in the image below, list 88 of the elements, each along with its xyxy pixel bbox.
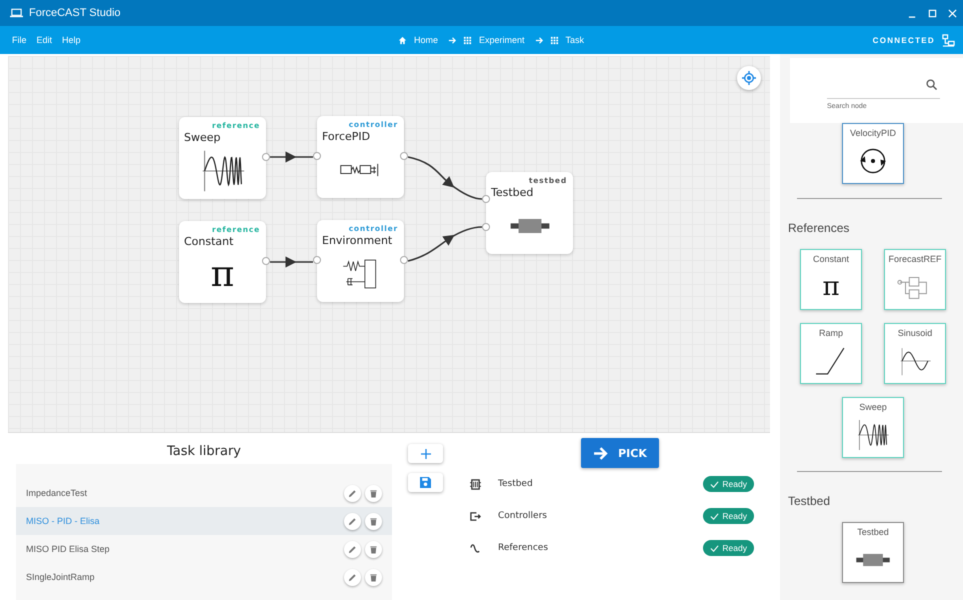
arrow-right-icon	[593, 446, 608, 460]
connector-arrow	[270, 256, 313, 268]
trash-icon	[369, 488, 378, 498]
arrow-right-icon	[534, 36, 544, 44]
status-label: References	[498, 543, 550, 553]
status-badge: Ready	[703, 540, 754, 556]
edit-button[interactable]	[344, 484, 361, 502]
node-card[interactable]: Ramp	[800, 323, 862, 384]
status-badge: Ready	[703, 508, 754, 524]
output-port[interactable]	[400, 152, 408, 160]
recenter-button[interactable]	[737, 66, 761, 90]
task-name: SIngleJointRamp	[26, 572, 96, 582]
pencil-icon	[348, 544, 357, 554]
connection-status: CONNECTED	[872, 36, 935, 44]
panel-title: Task library	[166, 443, 241, 461]
node-card[interactable]: Sinusoid	[884, 323, 946, 384]
pencil-icon	[348, 488, 357, 498]
maximize-icon[interactable]	[928, 8, 937, 18]
save-button[interactable]	[408, 473, 443, 492]
node-title: ForcePID	[322, 130, 370, 143]
card-title: Testbed	[857, 527, 889, 537]
pencil-icon	[348, 516, 357, 526]
wave-icon	[470, 542, 481, 554]
node-title: Environment	[322, 234, 392, 247]
pick-button[interactable]: PICK	[581, 438, 659, 468]
trash-icon	[369, 572, 378, 582]
status-label: Controllers	[498, 511, 548, 521]
network-icon	[942, 34, 955, 46]
section-heading: Testbed	[788, 494, 832, 508]
task-name: ImpedanceTest	[26, 488, 88, 498]
window-title: ForceCAST Studio	[29, 7, 121, 19]
check-icon	[710, 512, 720, 520]
node-title: Constant	[184, 235, 234, 248]
pi-symbol: π	[822, 274, 840, 300]
task-name: MISO PID Elisa Step	[26, 544, 111, 554]
check-icon	[710, 544, 720, 552]
input-port[interactable]	[482, 195, 490, 203]
pencil-icon	[348, 572, 357, 582]
input-port[interactable]	[313, 152, 321, 160]
section-heading: References	[788, 221, 850, 235]
connector-arrow	[270, 151, 313, 163]
card-title: ForecastREF	[888, 254, 942, 264]
card-title: Sinusoid	[898, 328, 932, 338]
input-port[interactable]	[482, 223, 490, 231]
input-port[interactable]	[313, 256, 321, 264]
output-port[interactable]	[262, 257, 270, 265]
arrow-right-icon	[448, 36, 458, 44]
status-badge: Ready	[703, 476, 754, 492]
chip-icon	[470, 478, 481, 490]
node-card[interactable]: VelocityPID	[842, 123, 904, 184]
add-button[interactable]	[408, 444, 443, 463]
node-title: Testbed	[491, 186, 534, 199]
task-row[interactable]: SIngleJointRamp	[16, 563, 392, 591]
trash-icon	[369, 516, 378, 526]
delete-button[interactable]	[365, 512, 382, 530]
home-icon	[398, 36, 407, 44]
search-icon	[926, 78, 937, 90]
output-port[interactable]	[400, 256, 408, 264]
laptop-icon	[10, 8, 23, 18]
node-card[interactable]: Testbed	[842, 522, 904, 583]
delete-button[interactable]	[365, 540, 382, 558]
card-title: VelocityPID	[850, 128, 896, 138]
pi-symbol: π	[210, 257, 234, 293]
edit-button[interactable]	[344, 540, 361, 558]
target-icon	[742, 71, 756, 85]
exit-icon	[470, 510, 481, 522]
plus-icon	[420, 448, 430, 458]
node-title: Sweep	[184, 131, 220, 144]
task-row[interactable]: ImpedanceTest	[16, 479, 392, 507]
grid-icon	[550, 36, 559, 44]
task-name: MISO - PID - Elisa	[26, 516, 101, 526]
delete-button[interactable]	[365, 568, 382, 586]
card-title: Ramp	[818, 328, 843, 338]
close-icon[interactable]	[948, 8, 957, 18]
node-card[interactable]: ForecastREF	[884, 249, 946, 310]
grid-icon	[463, 36, 472, 44]
card-title: Sweep	[859, 402, 887, 412]
status-label: Testbed	[498, 479, 534, 489]
output-port[interactable]	[262, 153, 270, 161]
trash-icon	[369, 544, 378, 554]
check-icon	[710, 480, 720, 488]
task-row[interactable]: MISO PID Elisa Step	[16, 535, 392, 563]
node-card[interactable]: Sweep	[842, 397, 904, 458]
delete-button[interactable]	[365, 484, 382, 502]
edit-button[interactable]	[344, 568, 361, 586]
edit-button[interactable]	[344, 512, 361, 530]
node-card[interactable]: Constant π	[800, 249, 862, 310]
card-title: Constant	[812, 254, 850, 264]
